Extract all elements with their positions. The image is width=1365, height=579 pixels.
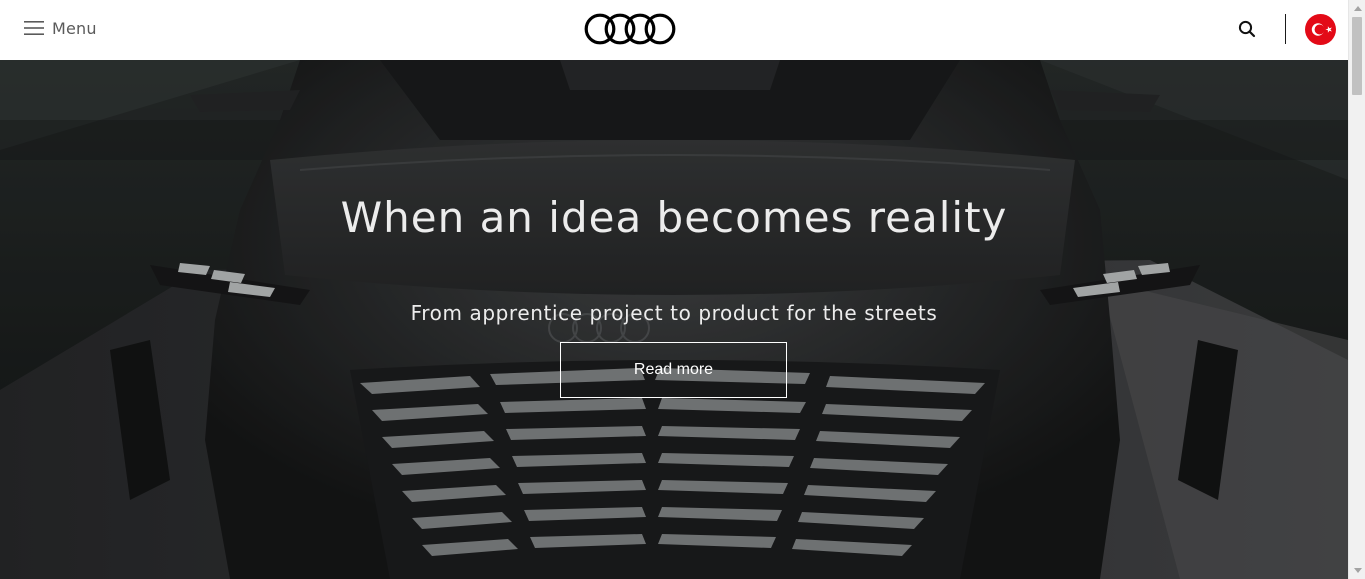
menu-label: Menu <box>52 18 97 38</box>
hamburger-icon <box>24 20 44 36</box>
page-scrollbar[interactable] <box>1348 0 1365 579</box>
hero-subtitle: From apprentice project to product for t… <box>410 301 938 325</box>
audi-rings-logo[interactable] <box>584 13 676 45</box>
scroll-down-arrow-icon[interactable] <box>1349 562 1365 579</box>
hero-title: When an idea becomes reality <box>340 193 1008 242</box>
page: Menu When an idea becomes reality From a… <box>0 0 1365 579</box>
turkey-flag-icon[interactable] <box>1305 14 1336 45</box>
menu-button[interactable]: Menu <box>24 14 97 42</box>
hero-section: When an idea becomes reality From appren… <box>0 60 1348 579</box>
scrollbar-thumb[interactable] <box>1352 17 1362 95</box>
read-more-button[interactable]: Read more <box>560 342 787 398</box>
site-header: Menu <box>0 0 1348 60</box>
search-icon[interactable] <box>1236 18 1258 40</box>
header-divider <box>1285 14 1286 44</box>
scroll-up-arrow-icon[interactable] <box>1349 0 1365 17</box>
